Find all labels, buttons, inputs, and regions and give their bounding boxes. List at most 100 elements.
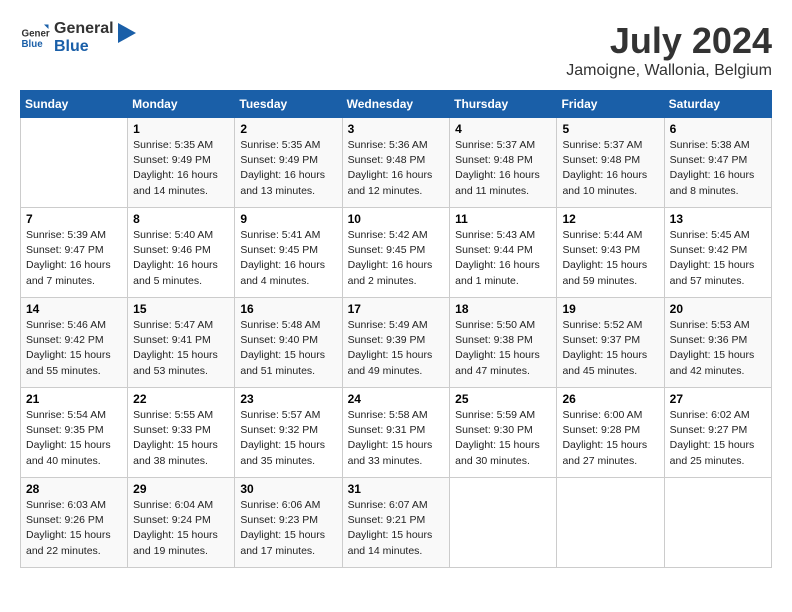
day-number: 14 (26, 302, 122, 316)
day-number: 1 (133, 122, 229, 136)
calendar-cell: 27Sunrise: 6:02 AMSunset: 9:27 PMDayligh… (664, 388, 771, 478)
day-info: Sunrise: 5:55 AMSunset: 9:33 PMDaylight:… (133, 408, 229, 469)
calendar-cell: 13Sunrise: 5:45 AMSunset: 9:42 PMDayligh… (664, 208, 771, 298)
day-number: 3 (348, 122, 445, 136)
calendar-cell: 24 Sunrise: 5:58 AMSunset: 9:31 PMDayligh… (342, 388, 450, 478)
day-number: 31 (348, 482, 445, 496)
day-number: 15 (133, 302, 229, 316)
day-info: Sunrise: 5:44 AMSunset: 9:43 PMDaylight:… (562, 228, 658, 289)
weekday-header-sunday: Sunday (21, 91, 128, 118)
day-number: 17 (348, 302, 445, 316)
day-info: Sunrise: 5:38 AMSunset: 9:47 PMDaylight:… (670, 138, 766, 199)
day-number: 20 (670, 302, 766, 316)
day-info: Sunrise: 5:35 AMSunset: 9:49 PMDaylight:… (240, 138, 336, 199)
calendar-week-5: 28 Sunrise: 6:03 AMSunset: 9:26 PMDayligh… (21, 478, 772, 568)
day-number: 12 (562, 212, 658, 226)
calendar-cell: 12 Sunrise: 5:44 AMSunset: 9:43 PMDayligh… (557, 208, 664, 298)
month-year-title: July 2024 (566, 20, 772, 62)
weekday-header-saturday: Saturday (664, 91, 771, 118)
day-info: Sunrise: 5:43 AMSunset: 9:44 PMDaylight:… (455, 228, 551, 289)
logo-arrow-icon (118, 23, 136, 53)
svg-text:Blue: Blue (22, 39, 44, 50)
calendar-cell: 26 Sunrise: 6:00 AMSunset: 9:28 PMDayligh… (557, 388, 664, 478)
calendar-cell: 30Sunrise: 6:06 AMSunset: 9:23 PMDayligh… (235, 478, 342, 568)
calendar-cell: 21Sunrise: 5:54 AMSunset: 9:35 PMDayligh… (21, 388, 128, 478)
calendar-cell (557, 478, 664, 568)
day-info: Sunrise: 5:48 AMSunset: 9:40 PMDaylight:… (240, 318, 336, 379)
calendar-cell: 2 Sunrise: 5:35 AMSunset: 9:49 PMDaylight… (235, 118, 342, 208)
weekday-header-row: SundayMondayTuesdayWednesdayThursdayFrid… (21, 91, 772, 118)
day-number: 28 (26, 482, 122, 496)
calendar-week-4: 21Sunrise: 5:54 AMSunset: 9:35 PMDayligh… (21, 388, 772, 478)
day-info: Sunrise: 5:53 AMSunset: 9:36 PMDaylight:… (670, 318, 766, 379)
day-info: Sunrise: 5:41 AMSunset: 9:45 PMDaylight:… (240, 228, 336, 289)
calendar-cell: 28 Sunrise: 6:03 AMSunset: 9:26 PMDayligh… (21, 478, 128, 568)
calendar-cell: 25 Sunrise: 5:59 AMSunset: 9:30 PMDayligh… (450, 388, 557, 478)
day-number: 4 (455, 122, 551, 136)
day-info: Sunrise: 5:58 AMSunset: 9:31 PMDaylight:… (348, 408, 445, 469)
calendar-cell (450, 478, 557, 568)
day-number: 19 (562, 302, 658, 316)
calendar-cell: 5 Sunrise: 5:37 AMSunset: 9:48 PMDaylight… (557, 118, 664, 208)
day-number: 6 (670, 122, 766, 136)
calendar-cell: 18Sunrise: 5:50 AMSunset: 9:38 PMDayligh… (450, 298, 557, 388)
day-info: Sunrise: 5:59 AMSunset: 9:30 PMDaylight:… (455, 408, 551, 469)
day-number: 13 (670, 212, 766, 226)
calendar-cell: 4Sunrise: 5:37 AMSunset: 9:48 PMDaylight… (450, 118, 557, 208)
day-info: Sunrise: 5:40 AMSunset: 9:46 PMDaylight:… (133, 228, 229, 289)
day-number: 26 (562, 392, 658, 406)
calendar-cell: 6 Sunrise: 5:38 AMSunset: 9:47 PMDaylight… (664, 118, 771, 208)
calendar-cell: 23Sunrise: 5:57 AMSunset: 9:32 PMDayligh… (235, 388, 342, 478)
calendar-cell: 1 Sunrise: 5:35 AMSunset: 9:49 PMDaylight… (128, 118, 235, 208)
calendar-cell (21, 118, 128, 208)
day-number: 11 (455, 212, 551, 226)
calendar-body: 1 Sunrise: 5:35 AMSunset: 9:49 PMDaylight… (21, 118, 772, 568)
day-number: 18 (455, 302, 551, 316)
calendar-cell: 14 Sunrise: 5:46 AMSunset: 9:42 PMDayligh… (21, 298, 128, 388)
day-number: 5 (562, 122, 658, 136)
calendar-week-2: 7 Sunrise: 5:39 AMSunset: 9:47 PMDaylight… (21, 208, 772, 298)
day-info: Sunrise: 5:52 AMSunset: 9:37 PMDaylight:… (562, 318, 658, 379)
logo-icon: General Blue (20, 23, 50, 53)
calendar-cell (664, 478, 771, 568)
calendar-cell: 3 Sunrise: 5:36 AMSunset: 9:48 PMDaylight… (342, 118, 450, 208)
day-number: 10 (348, 212, 445, 226)
day-info: Sunrise: 6:00 AMSunset: 9:28 PMDaylight:… (562, 408, 658, 469)
location-title: Jamoigne, Wallonia, Belgium (566, 62, 772, 80)
svg-text:General: General (22, 28, 51, 39)
calendar-cell: 11 Sunrise: 5:43 AMSunset: 9:44 PMDayligh… (450, 208, 557, 298)
day-info: Sunrise: 6:07 AMSunset: 9:21 PMDaylight:… (348, 498, 445, 559)
day-info: Sunrise: 5:39 AMSunset: 9:47 PMDaylight:… (26, 228, 122, 289)
calendar-cell: 16 Sunrise: 5:48 AMSunset: 9:40 PMDayligh… (235, 298, 342, 388)
page-header: General Blue General Blue July 2024 Jamo… (20, 20, 772, 80)
calendar-cell: 22Sunrise: 5:55 AMSunset: 9:33 PMDayligh… (128, 388, 235, 478)
day-info: Sunrise: 5:36 AMSunset: 9:48 PMDaylight:… (348, 138, 445, 199)
day-info: Sunrise: 5:37 AMSunset: 9:48 PMDaylight:… (562, 138, 658, 199)
day-number: 9 (240, 212, 336, 226)
calendar-week-1: 1 Sunrise: 5:35 AMSunset: 9:49 PMDaylight… (21, 118, 772, 208)
day-number: 24 (348, 392, 445, 406)
day-number: 25 (455, 392, 551, 406)
day-info: Sunrise: 5:42 AMSunset: 9:45 PMDaylight:… (348, 228, 445, 289)
calendar-cell: 31 Sunrise: 6:07 AMSunset: 9:21 PMDayligh… (342, 478, 450, 568)
calendar-cell: 7 Sunrise: 5:39 AMSunset: 9:47 PMDaylight… (21, 208, 128, 298)
day-number: 16 (240, 302, 336, 316)
day-info: Sunrise: 5:49 AMSunset: 9:39 PMDaylight:… (348, 318, 445, 379)
logo-blue-text: Blue (54, 38, 114, 56)
calendar-cell: 8Sunrise: 5:40 AMSunset: 9:46 PMDaylight… (128, 208, 235, 298)
day-info: Sunrise: 6:03 AMSunset: 9:26 PMDaylight:… (26, 498, 122, 559)
day-number: 2 (240, 122, 336, 136)
weekday-header-thursday: Thursday (450, 91, 557, 118)
title-block: July 2024 Jamoigne, Wallonia, Belgium (566, 20, 772, 80)
day-number: 30 (240, 482, 336, 496)
day-info: Sunrise: 5:46 AMSunset: 9:42 PMDaylight:… (26, 318, 122, 379)
day-number: 29 (133, 482, 229, 496)
day-info: Sunrise: 5:35 AMSunset: 9:49 PMDaylight:… (133, 138, 229, 199)
calendar-header: SundayMondayTuesdayWednesdayThursdayFrid… (21, 91, 772, 118)
day-number: 7 (26, 212, 122, 226)
calendar-cell: 10 Sunrise: 5:42 AMSunset: 9:45 PMDayligh… (342, 208, 450, 298)
day-info: Sunrise: 5:57 AMSunset: 9:32 PMDaylight:… (240, 408, 336, 469)
day-info: Sunrise: 5:54 AMSunset: 9:35 PMDaylight:… (26, 408, 122, 469)
calendar-table: SundayMondayTuesdayWednesdayThursdayFrid… (20, 90, 772, 568)
calendar-cell: 9 Sunrise: 5:41 AMSunset: 9:45 PMDaylight… (235, 208, 342, 298)
